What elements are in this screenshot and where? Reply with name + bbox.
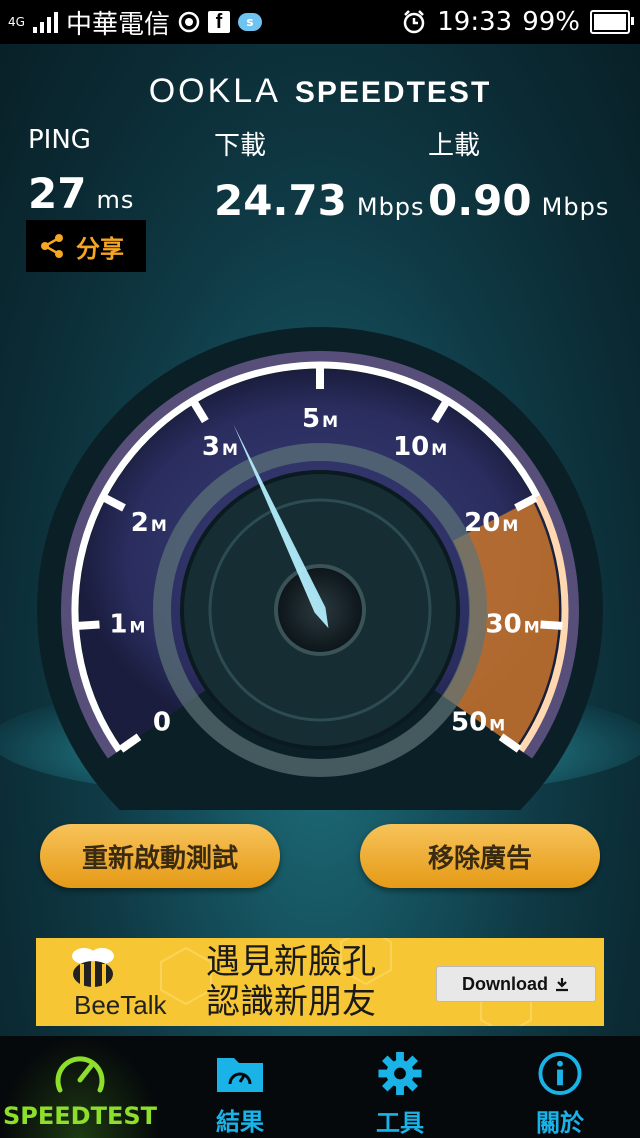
restart-test-button[interactable]: 重新啟動測試 xyxy=(40,824,280,888)
ping-value: 27 xyxy=(28,169,87,218)
speedtest-screen: { "status_bar": { "network_type": "4G", … xyxy=(0,0,640,1138)
ad-line-1: 遇見新臉孔 xyxy=(206,942,376,982)
bottom-nav: SPEEDTEST 結果 工具 關於 xyxy=(0,1036,640,1138)
speed-gauge: 01 M2 M3 M5 M10 M20 M30 M50 M xyxy=(0,327,640,810)
gauge-tick xyxy=(77,620,100,630)
info-icon xyxy=(538,1051,582,1096)
gear-icon xyxy=(378,1051,422,1096)
share-label: 分享 xyxy=(76,234,124,263)
download-metric: 下載 24.73 Mbps xyxy=(214,125,425,225)
chat-bubble-icon: s xyxy=(237,13,262,31)
nav-label-speedtest: SPEEDTEST xyxy=(2,1102,157,1130)
battery-icon xyxy=(590,10,634,34)
ad-headline: 遇見新臉孔 認識新朋友 xyxy=(206,942,376,1022)
speedometer-icon xyxy=(55,1056,105,1093)
nav-tools[interactable]: 工具 xyxy=(320,1036,480,1138)
upload-metric: 上載 0.90 Mbps xyxy=(428,125,609,225)
signal-icon xyxy=(32,11,58,33)
share-button[interactable]: 分享 xyxy=(26,220,146,272)
folder-icon xyxy=(217,1058,263,1092)
nav-about[interactable]: 關於 xyxy=(480,1036,640,1138)
carrier-name: 中華電信 xyxy=(65,9,170,40)
nav-speedtest[interactable]: SPEEDTEST xyxy=(0,1036,160,1138)
upload-label: 上載 xyxy=(428,131,481,161)
download-label: 下載 xyxy=(214,131,267,161)
download-sparkline xyxy=(213,230,374,272)
nav-label-about: 關於 xyxy=(536,1109,584,1137)
ad-download-label: Download xyxy=(462,973,548,994)
download-icon xyxy=(556,978,568,992)
ad-brand-name: BeeTalk xyxy=(74,990,167,1020)
product-name: SPEEDTEST xyxy=(294,76,492,109)
battery-percent: 99% xyxy=(522,7,580,37)
nav-results[interactable]: 結果 xyxy=(160,1036,320,1138)
brand-name: OOKLA xyxy=(148,72,281,110)
upload-sparkline xyxy=(441,232,588,272)
clock: 19:33 xyxy=(437,7,513,37)
download-value: 24.73 xyxy=(214,176,347,225)
app-logo: OOKLA SPEEDTEST xyxy=(0,72,640,111)
status-bar: 4G 中華電信 f s 19:33 99% xyxy=(0,0,640,44)
ping-unit: ms xyxy=(96,186,135,214)
location-icon xyxy=(178,11,200,33)
nav-label-tools: 工具 xyxy=(376,1109,424,1137)
facebook-icon: f xyxy=(207,11,230,33)
ad-line-2: 認識新朋友 xyxy=(206,982,376,1022)
share-icon xyxy=(41,234,63,258)
download-unit: Mbps xyxy=(356,193,425,221)
ping-metric: PING 27 ms xyxy=(28,125,134,218)
bee-logo-icon xyxy=(72,948,114,987)
ad-banner[interactable]: BeeTalk 遇見新臉孔 認識新朋友 Download xyxy=(36,938,604,1026)
nav-label-results: 結果 xyxy=(216,1108,264,1136)
upload-value: 0.90 xyxy=(428,176,532,225)
network-type: 4G xyxy=(8,15,25,29)
ping-label: PING xyxy=(28,125,91,155)
ad-download-button[interactable]: Download xyxy=(436,966,596,1002)
upload-unit: Mbps xyxy=(541,193,610,221)
gauge-tick-label: 0 xyxy=(153,708,171,738)
alarm-icon xyxy=(404,10,425,34)
remove-ads-button[interactable]: 移除廣告 xyxy=(360,824,600,888)
gauge-tick xyxy=(540,620,563,630)
